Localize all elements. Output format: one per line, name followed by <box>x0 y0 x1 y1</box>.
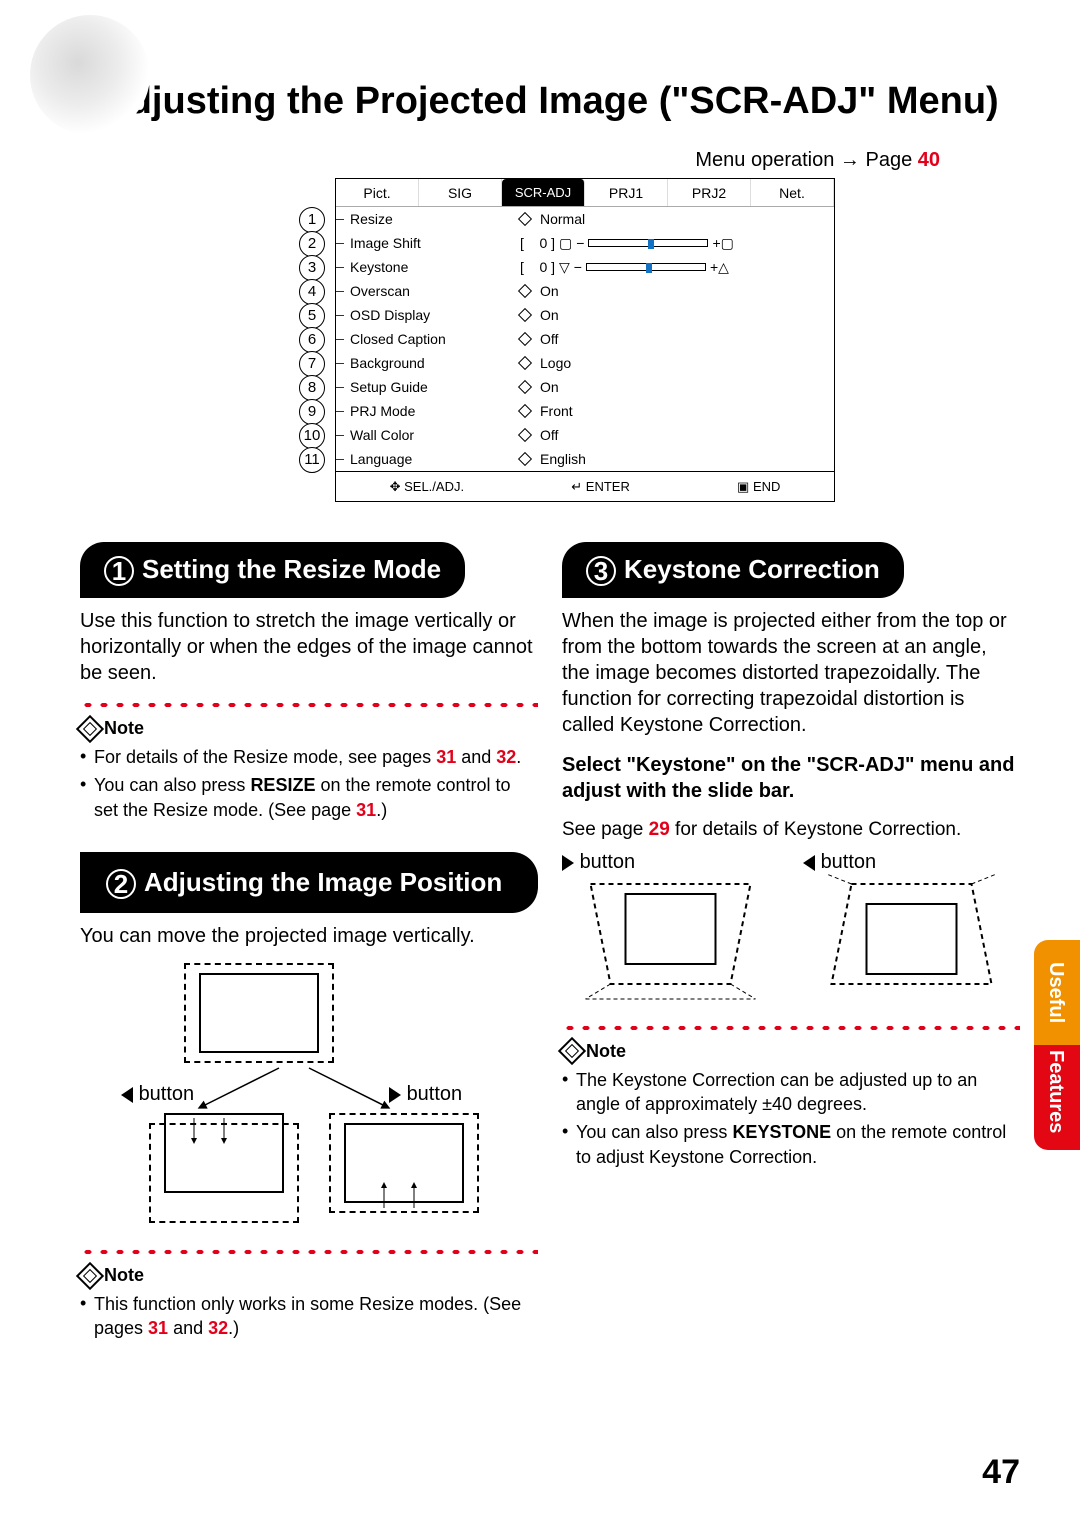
slider-keystone <box>586 263 706 271</box>
diamond-icon <box>518 212 532 226</box>
right-button-label: button <box>562 851 779 874</box>
osd-row-wall-color: Wall ColorOff <box>336 423 834 447</box>
section-2-number: 2 <box>106 869 136 899</box>
note-item: This function only works in some Resize … <box>80 1292 538 1341</box>
osd-tab-prj1: PRJ1 <box>585 179 668 206</box>
note-item: For details of the Resize mode, see page… <box>80 745 538 769</box>
note-diamond-icon <box>76 714 104 742</box>
row-index-7: 7 <box>299 351 325 377</box>
osd-menu-diagram: 1 2 3 4 5 6 7 8 9 10 11 Pict. SIG SCR-AD… <box>265 178 835 502</box>
section-1-title: Setting the Resize Mode <box>142 554 441 584</box>
left-button-label: button <box>803 851 1020 874</box>
osd-row-prj-mode: PRJ ModeFront <box>336 399 834 423</box>
row-index-2: 2 <box>299 231 325 257</box>
osd-row-keystone: Keystone[ 0 ] ▽ −+△ <box>336 255 834 279</box>
note-item: You can also press KEYSTONE on the remot… <box>562 1120 1020 1169</box>
section-3-number: 3 <box>586 556 616 586</box>
section-3-title: Keystone Correction <box>624 554 880 584</box>
page-number: 47 <box>982 1453 1020 1492</box>
osd-footer-enter: ↵ ENTER <box>571 479 630 495</box>
row-index-5: 5 <box>299 303 325 329</box>
section-1-number: 1 <box>104 556 134 586</box>
note-diamond-icon <box>558 1037 586 1065</box>
row-index-6: 6 <box>299 327 325 353</box>
triangle-left-icon <box>121 1087 133 1103</box>
note-divider <box>80 700 538 710</box>
menu-op-prefix: Menu operation <box>695 149 840 171</box>
note-item: You can also press RESIZE on the remote … <box>80 773 538 822</box>
osd-tab-scradj: SCR-ADJ <box>502 179 585 206</box>
section-3-body: When the image is projected either from … <box>562 608 1020 738</box>
note-header: Note <box>80 718 538 739</box>
diagram-arrows <box>169 1063 469 1123</box>
osd-row-resize: ResizeNormal <box>336 207 834 231</box>
osd-row-background: BackgroundLogo <box>336 351 834 375</box>
section-3-header: 3 Keystone Correction <box>562 542 904 598</box>
row-index-8: 8 <box>299 375 325 401</box>
osd-tab-pict: Pict. <box>336 179 419 206</box>
note-header: Note <box>562 1041 1020 1062</box>
side-tab-label-1: Useful <box>1044 962 1067 1023</box>
side-tab-useful-features: Useful Features <box>1034 940 1080 1150</box>
note-diamond-icon <box>76 1261 104 1289</box>
row-index-1: 1 <box>299 207 325 233</box>
section-1-header: 1 Setting the Resize Mode <box>80 542 465 598</box>
menu-operation-ref: Menu operation → Page 40 <box>80 149 940 172</box>
osd-footer-end: ▣ END <box>737 479 780 495</box>
row-index-10: 10 <box>299 423 325 449</box>
osd-tab-net: Net. <box>751 179 834 206</box>
keystone-diagram: button button <box>562 851 1020 1009</box>
osd-row-image-shift: Image Shift[ 0 ] ▢ −+▢ <box>336 231 834 255</box>
note-divider <box>562 1023 1020 1033</box>
osd-row-closed-caption: Closed CaptionOff <box>336 327 834 351</box>
page-title: Adjusting the Projected Image ("SCR-ADJ"… <box>80 80 1020 123</box>
note-header: Note <box>80 1265 538 1286</box>
section-1-body: Use this function to stretch the image v… <box>80 608 538 686</box>
row-index-11: 11 <box>299 447 325 473</box>
arrow-right-icon: → <box>840 149 860 171</box>
osd-tab-sig: SIG <box>419 179 502 206</box>
section-2-title: Adjusting the Image Position <box>144 867 502 897</box>
side-tab-label-2: Features <box>1044 1050 1067 1133</box>
osd-row-osd-display: OSD DisplayOn <box>336 303 834 327</box>
slider-image-shift <box>588 239 708 247</box>
section-3-instruction: Select "Keystone" on the "SCR-ADJ" menu … <box>562 752 1020 804</box>
osd-footer-sel: ✥ SEL./ADJ. <box>390 479 464 495</box>
section-3-seealso: See page 29 for details of Keystone Corr… <box>562 818 1020 843</box>
row-index-9: 9 <box>299 399 325 425</box>
section-2-header: 2 Adjusting the Image Position <box>80 852 538 913</box>
section-2-body: You can move the projected image vertica… <box>80 923 538 949</box>
triangle-left-icon <box>803 855 815 871</box>
row-index-4: 4 <box>299 279 325 305</box>
triangle-right-icon <box>562 855 574 871</box>
osd-row-language: LanguageEnglish <box>336 447 834 471</box>
osd-tab-prj2: PRJ2 <box>668 179 751 206</box>
note-divider <box>80 1247 538 1257</box>
menu-op-pagelabel: Page <box>865 149 917 171</box>
decorative-corner-gradient <box>30 15 150 135</box>
osd-row-setup-guide: Setup GuideOn <box>336 375 834 399</box>
row-index-3: 3 <box>299 255 325 281</box>
osd-row-overscan: OverscanOn <box>336 279 834 303</box>
note-item: The Keystone Correction can be adjusted … <box>562 1068 1020 1117</box>
menu-op-pageref: 40 <box>918 149 940 171</box>
image-shift-diagram: button button <box>109 963 509 1233</box>
